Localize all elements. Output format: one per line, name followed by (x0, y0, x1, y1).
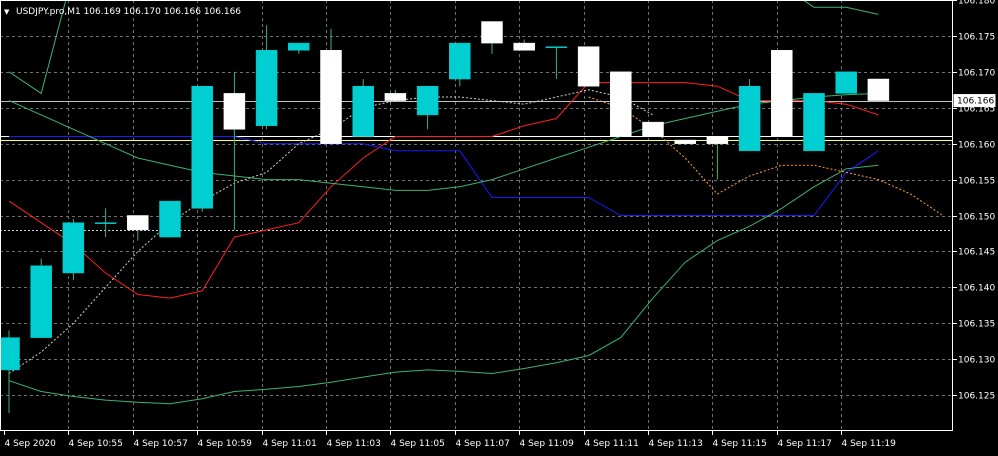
candle-body-bull (835, 71, 857, 94)
candle-body-bear (384, 93, 407, 101)
candle-body-bull (803, 93, 825, 152)
candle[interactable] (62, 219, 85, 281)
candle-body-bull (0, 337, 20, 371)
time-tick-label: 4 Sep 11:09 (520, 439, 575, 449)
candle-body-bull (159, 200, 181, 238)
candle-body-bear (223, 93, 246, 130)
time-tick-label: 4 Sep 2020 (5, 439, 57, 449)
candle-body-bear (513, 42, 535, 51)
price-tick-label: 106.150 (958, 213, 995, 223)
time-tick-label: 4 Sep 10:59 (198, 439, 253, 449)
time-tick-label: 4 Sep 11:07 (456, 439, 510, 449)
candle-body-bull (62, 222, 85, 274)
candle[interactable] (577, 46, 600, 87)
current-price-label: 106.166 (957, 97, 994, 107)
time-tick-label: 4 Sep 11:03 (327, 439, 381, 449)
time-tick-label: 4 Sep 11:01 (263, 439, 317, 449)
chart-title: USDJPY.pro,M1 106.169 106.170 106.166 10… (16, 7, 241, 17)
candle-body-bear (674, 139, 696, 144)
candle[interactable] (674, 139, 696, 144)
candle-body-bull (288, 42, 310, 51)
candle-body-bear (771, 50, 793, 137)
price-tick-label: 106.170 (958, 69, 995, 79)
candle-body-bear (706, 136, 729, 144)
candle-body-bull (255, 50, 278, 126)
chart-menu-arrow-icon[interactable]: ▼ (4, 8, 10, 16)
price-tick-label: 106.135 (958, 320, 995, 330)
candle-body-bull (94, 222, 117, 224)
candle-body-bear (481, 21, 503, 44)
price-tick-label: 106.155 (958, 177, 995, 187)
candle[interactable] (867, 78, 890, 101)
candle[interactable] (771, 50, 793, 137)
candle-body-bull (416, 85, 439, 116)
candle-body-bull (30, 265, 52, 338)
time-tick-label: 4 Sep 10:57 (134, 439, 188, 449)
price-tick-label: 106.175 (958, 33, 995, 43)
time-tick-label: 4 Sep 10:55 (69, 439, 123, 449)
candle-body-bull (545, 46, 568, 48)
candle-body-bear (320, 50, 342, 144)
candle-body-bull (449, 42, 471, 80)
candle-body-bull (352, 85, 374, 137)
candle[interactable] (191, 85, 213, 212)
time-tick-label: 4 Sep 11:11 (585, 439, 639, 449)
candle[interactable] (835, 71, 857, 94)
price-chart[interactable]: 106.180106.175106.170106.165106.160106.1… (0, 0, 998, 456)
price-tick-label: 106.180 (958, 0, 995, 7)
time-tick-label: 4 Sep 11:19 (842, 439, 897, 449)
price-tick-label: 106.160 (958, 141, 995, 151)
candle[interactable] (159, 200, 181, 238)
time-tick-label: 4 Sep 11:15 (713, 439, 767, 449)
candle-body-bull (738, 85, 761, 152)
candle[interactable] (610, 71, 632, 137)
time-tick-label: 4 Sep 11:17 (778, 439, 832, 449)
price-tick-label: 106.125 (958, 392, 995, 402)
candle-body-bear (867, 78, 890, 101)
candle[interactable] (30, 258, 52, 338)
candle[interactable] (738, 79, 761, 152)
candle-body-bear (642, 121, 664, 137)
time-tick-label: 4 Sep 11:13 (649, 439, 703, 449)
time-tick-label: 4 Sep 11:05 (391, 439, 445, 449)
price-tick-label: 106.145 (958, 248, 995, 258)
candle[interactable] (803, 93, 825, 152)
current-price-tag: 106.166 (953, 94, 996, 108)
candle-body-bear (577, 46, 600, 87)
price-tick-label: 106.140 (958, 284, 995, 294)
candle[interactable] (352, 79, 374, 137)
candle[interactable] (642, 121, 664, 137)
candle-body-bull (191, 85, 213, 209)
chart-header: ▼ USDJPY.pro,M1 106.169 106.170 106.166 … (4, 7, 241, 17)
candle-body-bear (127, 215, 149, 231)
chart-background (0, 0, 998, 456)
candle-body-bear (610, 71, 632, 137)
price-tick-label: 106.130 (958, 356, 995, 366)
